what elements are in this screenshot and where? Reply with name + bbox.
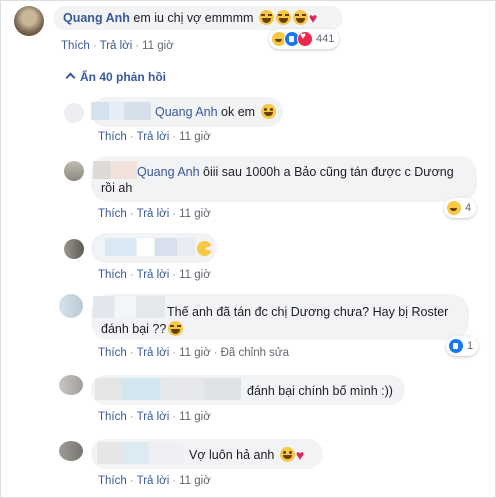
mention-tag[interactable]: Quang Anh [155, 105, 218, 119]
reaction-count: 4 [465, 202, 472, 214]
redacted-name [93, 296, 165, 318]
laughing-emoji-icon [292, 10, 308, 25]
like-link[interactable]: Thích [98, 208, 127, 220]
like-link[interactable]: Thích [98, 347, 127, 359]
comment-text: em iu chị vợ emmmm [133, 11, 254, 25]
timestamp[interactable]: 11 giờ [179, 131, 211, 143]
like-link[interactable]: Thích [61, 40, 90, 52]
redacted-name [93, 161, 137, 179]
haha-reaction-icon [446, 200, 462, 216]
reply-link[interactable]: Trả lời [137, 208, 170, 220]
reply-actions: Thích · Trả lời · 11 giờ [98, 208, 211, 220]
reply-actions: Thích · Trả lời · 11 giờ [98, 411, 211, 423]
avatar[interactable] [64, 103, 84, 123]
reply-text: ok em [221, 105, 256, 119]
reply-actions: Thích · Trả lời · 11 giờ [98, 269, 211, 281]
timestamp[interactable]: 11 giờ [142, 40, 174, 52]
reaction-count: 1 [467, 340, 474, 352]
laughing-emoji-icon [168, 321, 184, 336]
redacted-name [97, 442, 183, 464]
reply-text: Thế anh đã tán đc chị Dương chưa? Hay bị… [167, 305, 449, 319]
avatar[interactable] [59, 375, 83, 395]
like-link[interactable]: Thích [98, 131, 127, 143]
laughing-emoji-icon [258, 10, 274, 25]
comment-bubble: Quang Anh em iu chị vợ emmmm ♥ [53, 6, 343, 30]
reaction-summary[interactable]: 441 [269, 29, 340, 49]
love-reaction-icon [297, 31, 313, 47]
timestamp[interactable]: 11 giờ [179, 475, 211, 487]
hide-replies-label: Ẩn 40 phản hồi [80, 70, 167, 84]
reaction-summary[interactable]: 1 [446, 336, 479, 356]
reply-actions: Thích · Trả lời · 11 giờ [98, 475, 211, 487]
reply-link[interactable]: Trả lời [137, 411, 170, 423]
timestamp[interactable]: 11 giờ [179, 347, 211, 359]
reply-link[interactable]: Trả lời [137, 347, 170, 359]
redacted-name [91, 102, 151, 120]
reply-link[interactable]: Trả lời [137, 475, 170, 487]
reply-bubble: Quang Anh ok em [91, 97, 283, 127]
reply-actions: Thích · Trả lời · 11 giờ · Đã chỉnh sửa [98, 347, 290, 359]
grinning-emoji-icon [279, 447, 295, 462]
reply-bubble: đánh bại chính bố mình :)) [91, 375, 405, 405]
heart-emoji-icon: ♥ [308, 10, 318, 26]
reply-bubble: Vợ luôn hả anh ♥ [91, 439, 323, 469]
avatar[interactable] [64, 161, 84, 181]
reaction-summary[interactable]: 4 [444, 198, 477, 218]
reply-link[interactable]: Trả lời [100, 40, 133, 52]
heart-emoji-icon: ♥ [295, 447, 305, 463]
reply-text: Vợ luôn hả anh [189, 448, 275, 462]
avatar[interactable] [59, 441, 83, 461]
timestamp[interactable]: 11 giờ [179, 208, 211, 220]
like-link[interactable]: Thích [98, 475, 127, 487]
avatar[interactable] [59, 294, 83, 318]
reply-bubble: Quang Anh ôiii sau 1000h a Bảo cũng tán … [91, 156, 477, 202]
reaction-count: 441 [316, 33, 335, 45]
hide-replies-toggle[interactable]: Ẩn 40 phản hồi [65, 70, 167, 84]
chevron-up-icon [65, 72, 76, 83]
comment-thread: Quang Anh em iu chị vợ emmmm ♥ Thích · Trả… [0, 0, 496, 498]
avatar[interactable] [14, 6, 44, 36]
reply-text-continued: rồi ah [101, 181, 133, 195]
mention-tag[interactable]: Quang Anh [137, 165, 200, 179]
timestamp[interactable]: 11 giờ [179, 269, 211, 281]
timestamp[interactable]: 11 giờ [179, 411, 211, 423]
comment-author[interactable]: Quang Anh [63, 11, 130, 25]
like-link[interactable]: Thích [98, 411, 127, 423]
redacted-name [105, 238, 195, 256]
pacman-emoji-icon [197, 241, 212, 256]
reply-text: ôiii sau 1000h a Bảo cũng tán được c Dươ… [203, 165, 454, 179]
reply-link[interactable]: Trả lời [137, 131, 170, 143]
reply-text: đánh bại chính bố mình :)) [247, 384, 393, 398]
comment-actions: Thích · Trả lời · 11 giờ [61, 40, 174, 52]
reply-bubble: Thế anh đã tán đc chị Dương chưa? Hay bị… [91, 294, 469, 340]
laughing-emoji-icon [275, 10, 291, 25]
grinning-emoji-icon [260, 104, 276, 119]
like-reaction-icon [448, 338, 464, 354]
like-link[interactable]: Thích [98, 269, 127, 281]
reply-bubble [91, 233, 217, 263]
reply-actions: Thích · Trả lời · 11 giờ [98, 131, 211, 143]
redacted-name [95, 378, 241, 400]
reply-text-continued: đánh bại ?? [101, 322, 167, 336]
edited-label[interactable]: Đã chỉnh sửa [221, 347, 289, 359]
avatar[interactable] [64, 239, 84, 259]
reply-link[interactable]: Trả lời [137, 269, 170, 281]
